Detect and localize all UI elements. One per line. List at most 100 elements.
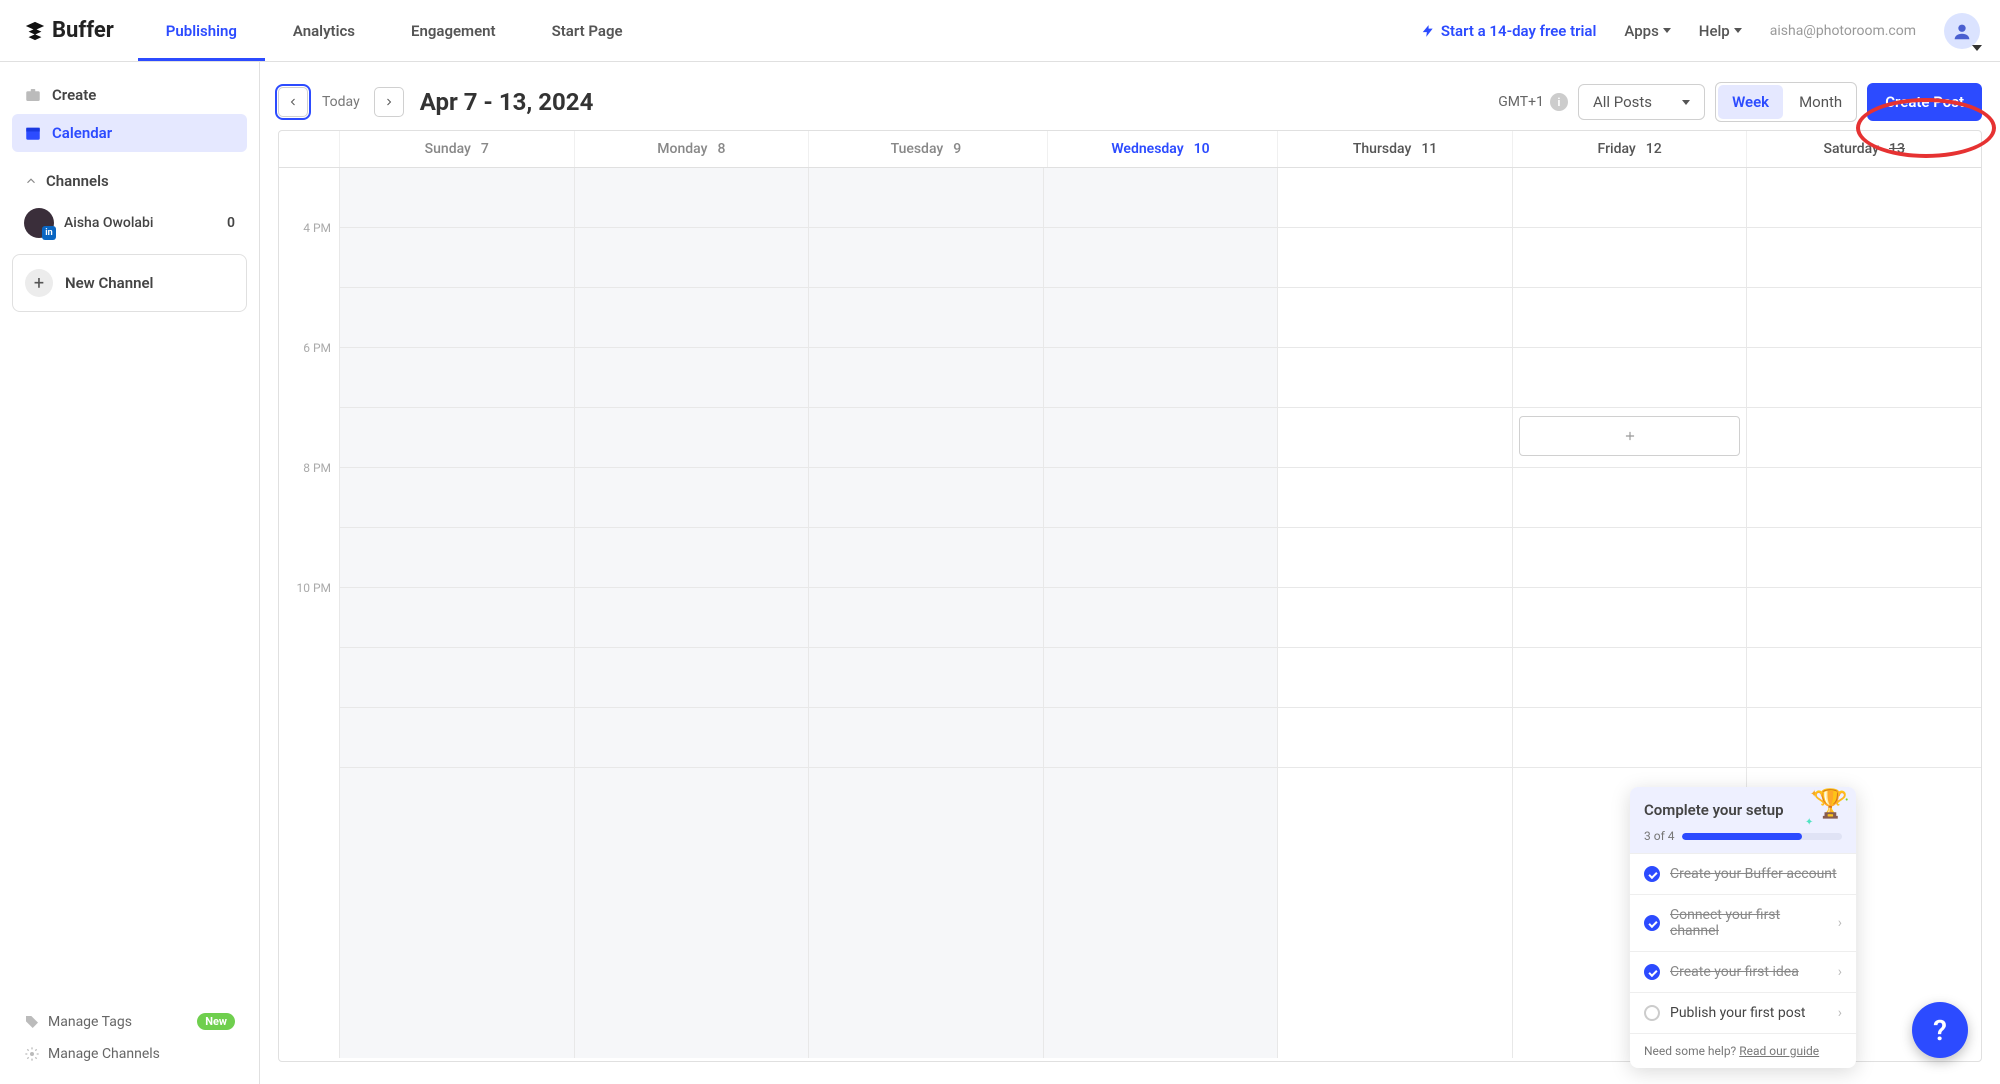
tab-engagement[interactable]: Engagement [383, 0, 524, 61]
info-icon[interactable]: i [1550, 93, 1568, 111]
tab-analytics[interactable]: Analytics [265, 0, 383, 61]
next-week-button[interactable] [374, 87, 404, 117]
plus-icon [1623, 429, 1637, 443]
progress-label: 3 of 4 [1644, 829, 1674, 843]
trophy-icon: 🏆 [1813, 787, 1848, 820]
step-label: Publish your first post [1670, 1005, 1806, 1021]
time-column: 4 PM 6 PM 8 PM 10 PM [279, 168, 339, 1058]
arrow-left-icon [287, 96, 299, 108]
filter-label: All Posts [1593, 93, 1652, 111]
step-label: Connect your first channel [1670, 907, 1828, 939]
setup-steps: Create your Buffer account Connect your … [1630, 853, 1856, 1033]
step-label: Create your Buffer account [1670, 866, 1837, 882]
prev-week-button[interactable] [278, 87, 308, 117]
check-icon [1644, 866, 1660, 882]
start-trial-link[interactable]: Start a 14-day free trial [1421, 22, 1597, 40]
setup-header: ✦ • ✦ 🏆 Complete your setup 3 of 4 [1630, 787, 1856, 853]
setup-step[interactable]: Connect your first channel › [1630, 894, 1856, 951]
channel-count: 0 [227, 215, 235, 231]
read-guide-link[interactable]: Read our guide [1739, 1044, 1819, 1058]
add-post-slot[interactable] [1519, 416, 1741, 456]
day-column[interactable] [808, 168, 1043, 1058]
chevron-down-icon [1972, 45, 1982, 51]
check-icon [1644, 1005, 1660, 1021]
calendar-icon [24, 124, 42, 142]
help-label: Help [1699, 22, 1730, 40]
help-menu[interactable]: Help [1699, 22, 1742, 40]
manage-channels-link[interactable]: Manage Channels [12, 1038, 247, 1070]
person-icon [1951, 20, 1973, 42]
apps-label: Apps [1624, 22, 1658, 40]
setup-checklist-card: ✦ • ✦ 🏆 Complete your setup 3 of 4 Creat… [1630, 787, 1856, 1068]
day-column[interactable] [1277, 168, 1512, 1058]
top-nav: Buffer Publishing Analytics Engagement S… [0, 0, 2000, 62]
day-header-tuesday: Tuesday9 [808, 131, 1043, 167]
chevron-right-icon: › [1838, 964, 1842, 980]
setup-step[interactable]: Publish your first post › [1630, 992, 1856, 1033]
setup-help-text: Need some help? [1644, 1044, 1739, 1058]
step-label: Create your first idea [1670, 964, 1799, 980]
day-column[interactable] [339, 168, 574, 1058]
day-column[interactable] [1043, 168, 1278, 1058]
setup-footer: Need some help? Read our guide [1630, 1033, 1856, 1068]
manage-channels-label: Manage Channels [48, 1046, 160, 1062]
gear-icon [24, 1046, 40, 1062]
buffer-logo[interactable]: Buffer [24, 18, 114, 43]
day-header-sunday: Sunday7 [339, 131, 574, 167]
sidebar-calendar[interactable]: Calendar [12, 114, 247, 152]
sidebar-create-label: Create [52, 86, 96, 104]
day-header-saturday: Saturday13 [1746, 131, 1981, 167]
channel-name: Aisha Owolabi [64, 215, 217, 231]
tab-publishing[interactable]: Publishing [138, 0, 265, 61]
chevron-right-icon: › [1838, 1005, 1842, 1021]
new-channel-button[interactable]: + New Channel [12, 254, 247, 312]
apps-menu[interactable]: Apps [1624, 22, 1670, 40]
day-column[interactable] [574, 168, 809, 1058]
tab-start-page[interactable]: Start Page [524, 0, 651, 61]
user-avatar-menu[interactable] [1944, 13, 1980, 49]
sidebar-create[interactable]: Create [12, 76, 247, 114]
new-badge: New [197, 1013, 235, 1030]
plus-icon: + [25, 269, 53, 297]
create-post-button[interactable]: Create Post [1867, 83, 1982, 121]
time-label: 4 PM [279, 168, 339, 288]
chevron-down-icon [1734, 28, 1742, 33]
posts-filter-dropdown[interactable]: All Posts [1578, 84, 1705, 120]
tag-icon [24, 1014, 40, 1030]
chevron-down-icon [1663, 28, 1671, 33]
sidebar-calendar-label: Calendar [52, 124, 112, 142]
user-email: aisha@photoroom.com [1770, 23, 1916, 39]
check-icon [1644, 915, 1660, 931]
progress-bar [1682, 833, 1842, 840]
sidebar: Create Calendar Channels in Aisha Owolab… [0, 62, 260, 1084]
chevron-right-icon: › [1838, 915, 1842, 931]
main-tabs: Publishing Analytics Engagement Start Pa… [138, 0, 651, 61]
manage-tags-label: Manage Tags [48, 1014, 132, 1030]
day-header-monday: Monday8 [574, 131, 809, 167]
time-label: 6 PM [279, 288, 339, 408]
buffer-logo-icon [24, 20, 46, 42]
arrow-right-icon [383, 96, 395, 108]
view-week[interactable]: Week [1718, 85, 1783, 119]
new-channel-label: New Channel [65, 274, 153, 292]
calendar-toolbar: Today Apr 7 - 13, 2024 GMT+1i All Posts … [278, 82, 1982, 122]
channels-section-header[interactable]: Channels [12, 162, 247, 200]
help-fab-button[interactable]: ? [1912, 1002, 1968, 1058]
chevron-up-icon [24, 174, 38, 188]
chevron-down-icon [1682, 100, 1690, 105]
calendar-header: Sunday7 Monday8 Tuesday9 Wednesday10 Thu… [279, 131, 1981, 168]
linkedin-badge-icon: in [42, 226, 56, 240]
channel-item[interactable]: in Aisha Owolabi 0 [12, 200, 247, 246]
channel-avatar: in [24, 208, 54, 238]
trial-label: Start a 14-day free trial [1441, 22, 1597, 40]
day-header-wednesday: Wednesday10 [1047, 131, 1274, 167]
today-button[interactable]: Today [322, 94, 360, 110]
timezone-label: GMT+1i [1498, 93, 1568, 111]
manage-tags-link[interactable]: Manage Tags New [12, 1005, 247, 1038]
setup-step[interactable]: Create your Buffer account [1630, 853, 1856, 894]
content-area: Today Apr 7 - 13, 2024 GMT+1i All Posts … [260, 62, 2000, 1084]
day-header-thursday: Thursday11 [1277, 131, 1512, 167]
setup-step[interactable]: Create your first idea › [1630, 951, 1856, 992]
check-icon [1644, 964, 1660, 980]
view-month[interactable]: Month [1785, 83, 1856, 121]
